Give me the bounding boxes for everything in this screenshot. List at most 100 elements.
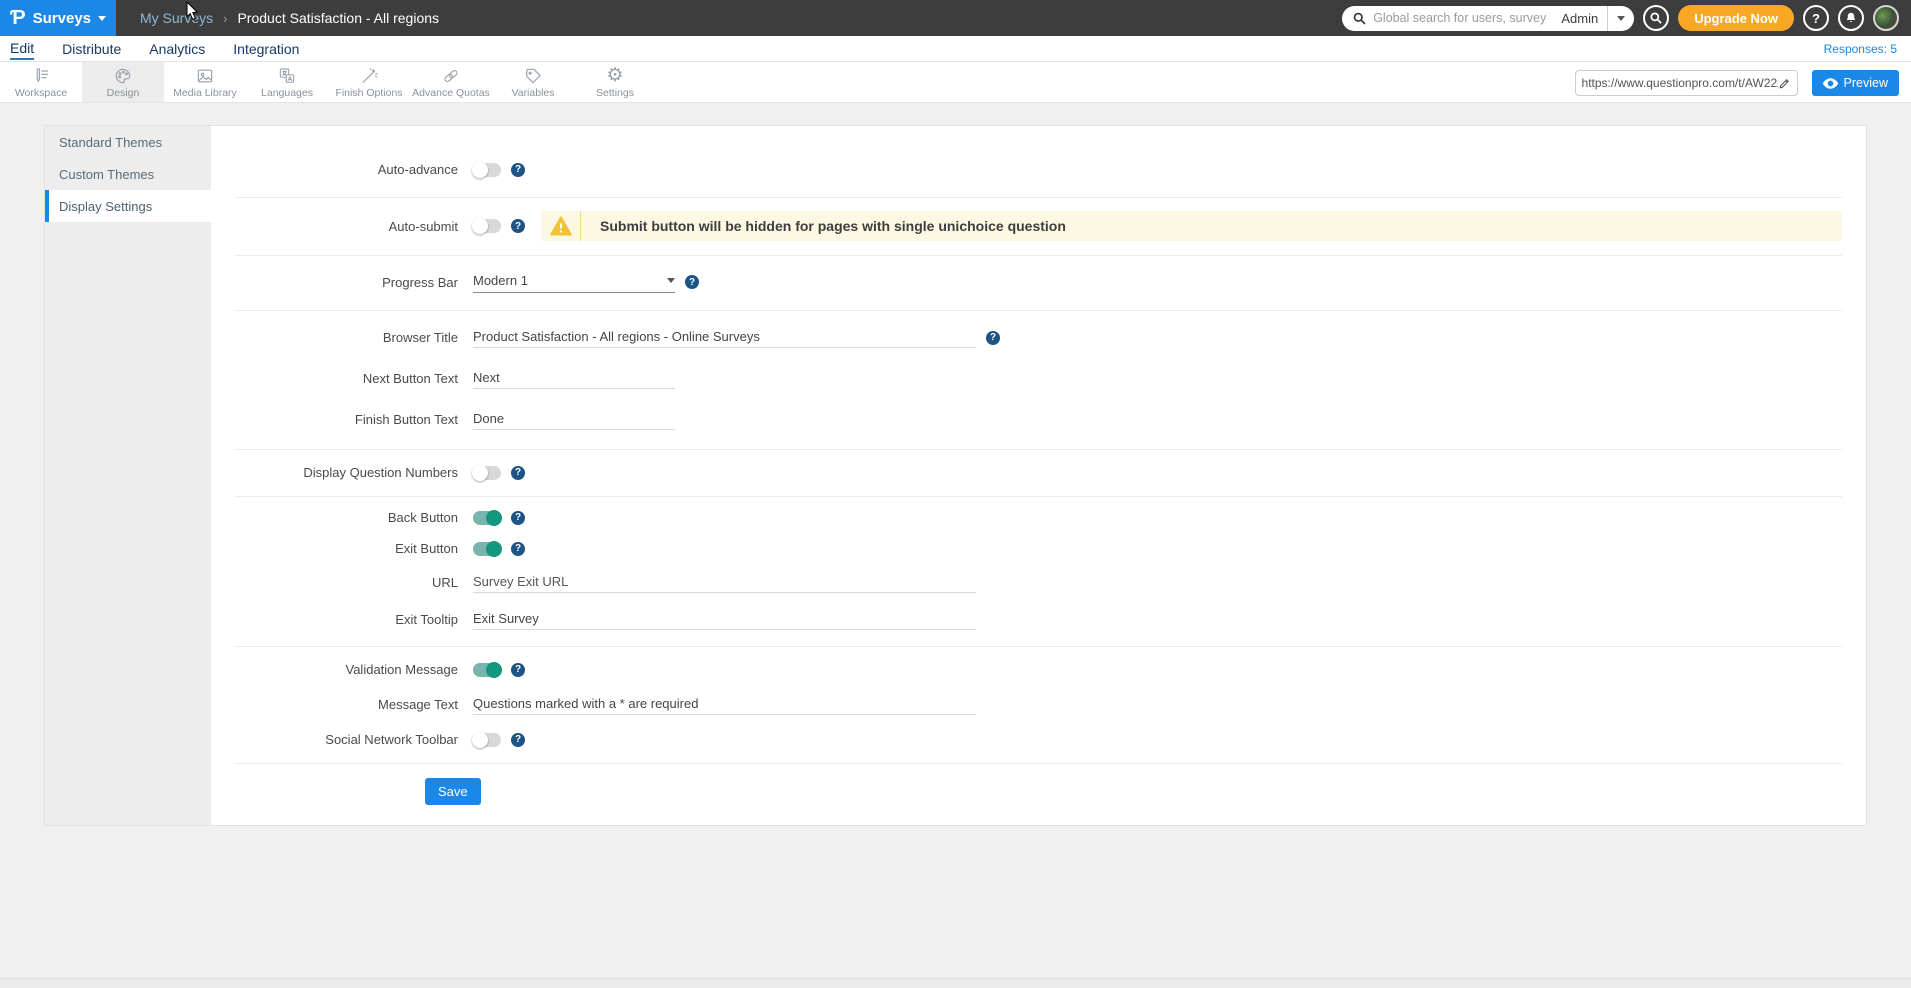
progress-bar-select[interactable]: Modern 1: [473, 271, 675, 293]
toolbar-item-label: Variables: [512, 87, 555, 99]
question-mark-icon: ?: [1812, 11, 1820, 26]
help-icon[interactable]: ?: [511, 219, 525, 233]
workspace-icon: [30, 66, 52, 86]
toolbar-item-finish-options[interactable]: Finish Options: [328, 62, 410, 102]
validation-message-toggle[interactable]: [473, 663, 501, 677]
toolbar-item-workspace[interactable]: Workspace: [0, 62, 82, 102]
page-content: Standard Themes Custom Themes Display Se…: [0, 103, 1911, 826]
finish-button-text-input[interactable]: [473, 409, 675, 430]
toolbar-item-settings[interactable]: ⚙ Settings: [574, 62, 656, 102]
survey-url-input[interactable]: [1582, 76, 1778, 90]
help-icon[interactable]: ?: [511, 733, 525, 747]
search-button[interactable]: [1643, 5, 1669, 31]
message-text-input[interactable]: [473, 694, 976, 715]
help-icon[interactable]: ?: [511, 542, 525, 556]
help-icon[interactable]: ?: [511, 466, 525, 480]
primary-nav: Edit Distribute Analytics Integration Re…: [0, 36, 1911, 61]
chevron-down-icon: [667, 278, 675, 283]
warning-triangle-icon: [550, 216, 572, 236]
app-switcher-surveys[interactable]: Ƥ Surveys: [0, 0, 116, 36]
help-icon[interactable]: ?: [685, 275, 699, 289]
help-icon[interactable]: ?: [511, 163, 525, 177]
help-button[interactable]: ?: [1803, 5, 1829, 31]
warning-message: Submit button will be hidden for pages w…: [581, 218, 1066, 234]
palette-icon: [112, 66, 134, 86]
top-bar: Ƥ Surveys My Surveys › Product Satisfact…: [0, 0, 1911, 36]
translate-icon: [276, 66, 298, 86]
display-settings-card: Standard Themes Custom Themes Display Se…: [44, 125, 1867, 826]
tab-distribute[interactable]: Distribute: [62, 38, 121, 59]
display-question-numbers-toggle[interactable]: [473, 466, 501, 480]
breadcrumb: My Surveys › Product Satisfaction - All …: [140, 10, 439, 26]
design-toolbar: Workspace Design Media Library Languages…: [0, 61, 1911, 103]
next-button-text-label: Next Button Text: [211, 371, 473, 386]
exit-button-toggle[interactable]: [473, 542, 501, 556]
chevron-down-icon: [1617, 16, 1625, 21]
exit-url-input[interactable]: [473, 572, 976, 593]
breadcrumb-separator: ›: [223, 11, 227, 26]
progress-bar-label: Progress Bar: [211, 275, 473, 290]
exit-button-label: Exit Button: [211, 541, 473, 556]
toolbar-item-label: Media Library: [173, 87, 237, 99]
responses-count[interactable]: Responses: 5: [1824, 42, 1897, 56]
preview-button[interactable]: Preview: [1812, 70, 1899, 96]
breadcrumb-survey-title: Product Satisfaction - All regions: [237, 10, 439, 26]
auto-submit-toggle[interactable]: [473, 219, 501, 233]
finish-button-text-label: Finish Button Text: [211, 412, 473, 427]
sidebar-item-display-settings[interactable]: Display Settings: [45, 190, 211, 222]
help-icon[interactable]: ?: [511, 663, 525, 677]
back-button-toggle[interactable]: [473, 511, 501, 525]
help-icon[interactable]: ?: [986, 331, 1000, 345]
search-icon: [1649, 11, 1663, 25]
social-network-toolbar-toggle[interactable]: [473, 733, 501, 747]
auto-submit-label: Auto-submit: [211, 219, 473, 234]
toolbar-item-label: Settings: [596, 87, 634, 99]
sidebar-item-custom-themes[interactable]: Custom Themes: [45, 158, 211, 190]
user-avatar[interactable]: [1873, 5, 1899, 31]
toolbar-item-variables[interactable]: Variables: [492, 62, 574, 102]
help-icon[interactable]: ?: [511, 511, 525, 525]
auto-advance-toggle[interactable]: [473, 163, 501, 177]
search-scope-dropdown[interactable]: [1607, 6, 1634, 31]
exit-tooltip-label: Exit Tooltip: [211, 612, 473, 627]
social-network-toolbar-label: Social Network Toolbar: [211, 732, 473, 747]
upgrade-now-button[interactable]: Upgrade Now: [1678, 5, 1794, 31]
sidebar-item-standard-themes[interactable]: Standard Themes: [45, 126, 211, 158]
display-settings-form: Auto-advance ? Auto-submit ?: [211, 126, 1866, 825]
next-button-text-input[interactable]: [473, 368, 675, 389]
toolbar-item-design[interactable]: Design: [82, 62, 164, 102]
toolbar-item-label: Design: [107, 87, 140, 99]
edit-pencil-icon[interactable]: [1778, 77, 1791, 90]
questionpro-logo-icon: Ƥ: [10, 8, 26, 28]
breadcrumb-my-surveys[interactable]: My Surveys: [140, 10, 213, 26]
tab-edit[interactable]: Edit: [10, 37, 34, 60]
tab-integration[interactable]: Integration: [233, 38, 299, 59]
validation-message-label: Validation Message: [211, 662, 473, 677]
tab-analytics[interactable]: Analytics: [149, 38, 205, 59]
message-text-label: Message Text: [211, 697, 473, 712]
toolbar-item-label: Advance Quotas: [412, 87, 490, 99]
auto-advance-label: Auto-advance: [211, 162, 473, 177]
toolbar-item-advance-quotas[interactable]: Advance Quotas: [410, 62, 492, 102]
toolbar-item-languages[interactable]: Languages: [246, 62, 328, 102]
search-scope-admin[interactable]: Admin: [1552, 11, 1607, 26]
back-button-label: Back Button: [211, 510, 473, 525]
progress-bar-selected-value: Modern 1: [473, 273, 528, 288]
browser-title-input[interactable]: [473, 327, 976, 348]
global-search-input[interactable]: [1367, 11, 1552, 25]
eye-icon: [1823, 78, 1838, 89]
notifications-button[interactable]: [1838, 5, 1864, 31]
bell-icon: [1844, 11, 1858, 25]
themes-sidebar: Standard Themes Custom Themes Display Se…: [45, 126, 211, 825]
toolbar-item-label: Finish Options: [335, 87, 402, 99]
toolbar-item-media-library[interactable]: Media Library: [164, 62, 246, 102]
image-icon: [194, 66, 216, 86]
chevron-down-icon: [98, 16, 106, 21]
preview-button-label: Preview: [1844, 76, 1888, 90]
auto-submit-warning: Submit button will be hidden for pages w…: [541, 211, 1842, 241]
product-menu-label: Surveys: [33, 10, 91, 27]
tag-icon: [522, 66, 544, 86]
save-button[interactable]: Save: [425, 778, 481, 805]
topbar-actions: Admin Upgrade Now ?: [1342, 0, 1899, 36]
exit-tooltip-input[interactable]: [473, 609, 976, 630]
